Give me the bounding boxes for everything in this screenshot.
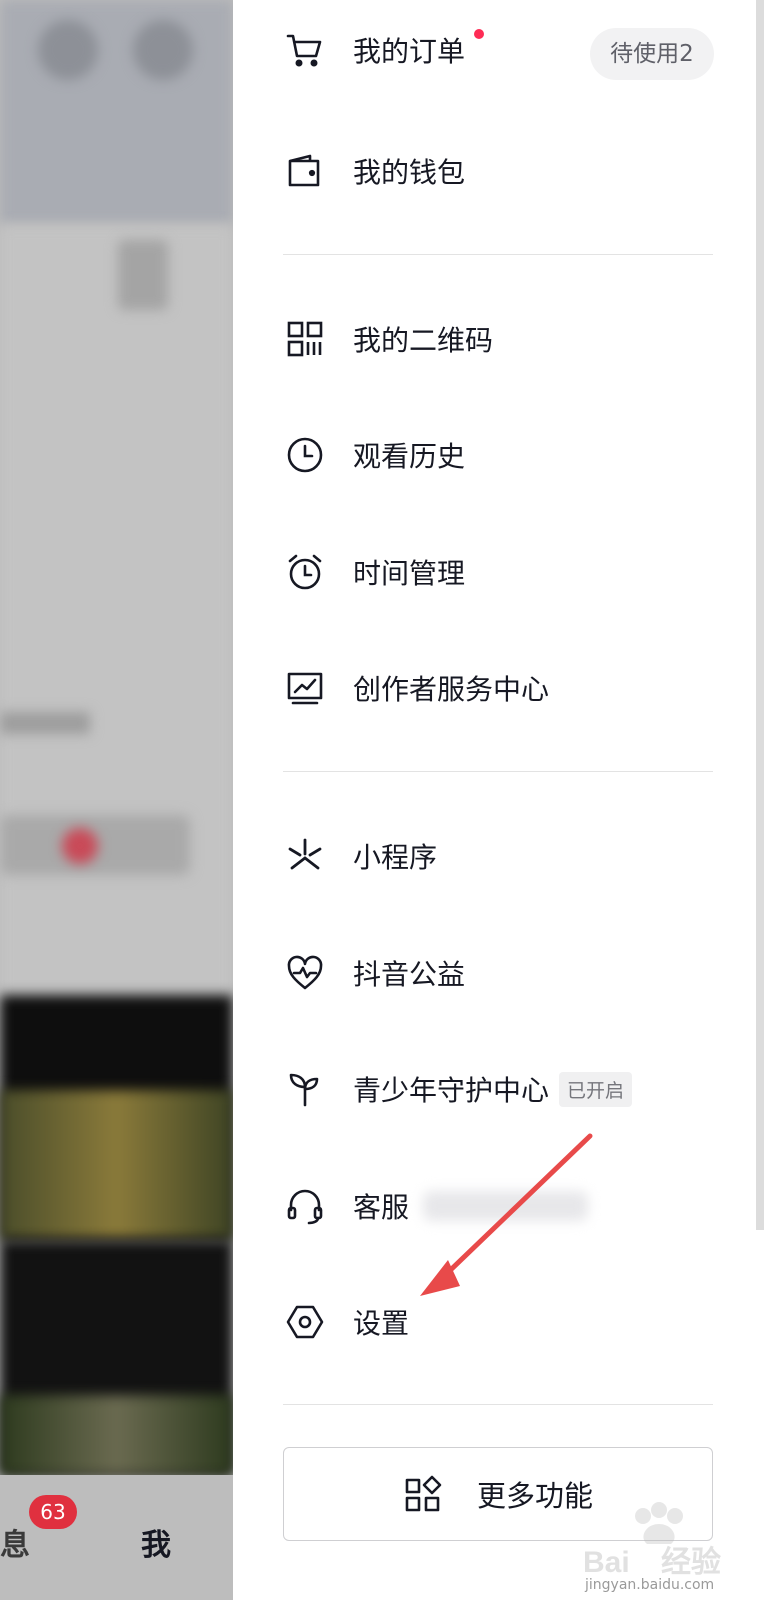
tab-messages[interactable]: 消息 <box>0 1520 30 1564</box>
menu-item-label: 创作者服务中心 <box>353 673 550 706</box>
menu-item-label: 青少年守护中心 <box>353 1074 550 1107</box>
menu-item-time-management[interactable]: 时间管理 <box>283 532 713 612</box>
menu-item-my-wallet[interactable]: 我的钱包 <box>283 131 713 211</box>
alarm-clock-icon <box>283 550 327 594</box>
menu-item-label: 客服 <box>353 1191 410 1224</box>
menu-item-settings[interactable]: 设置 <box>283 1282 713 1362</box>
background-stat <box>118 240 168 310</box>
headset-icon <box>283 1184 327 1228</box>
menu-item-watch-history[interactable]: 观看历史 <box>283 415 713 495</box>
menu-item-label: 我的钱包 <box>353 156 466 189</box>
mini-program-icon <box>283 834 327 878</box>
clock-icon <box>283 433 327 477</box>
menu-item-label: 小程序 <box>353 841 438 874</box>
blurred-phone-number <box>423 1191 589 1221</box>
background-text-line <box>0 712 90 734</box>
messages-count-badge: 63 <box>29 1495 77 1529</box>
side-drawer: 我的订单 待使用2 我的钱包 我的二维码 观看历史 时间管理 创作者服务中心 小… <box>233 0 764 1600</box>
menu-item-mini-programs[interactable]: 小程序 <box>283 816 713 896</box>
more-features-label: 更多功能 <box>476 1479 593 1513</box>
menu-item-my-qrcode[interactable]: 我的二维码 <box>283 299 713 379</box>
background-page: 消息 63 我 <box>0 0 233 1600</box>
menu-item-customer-service[interactable]: 客服 <box>283 1166 713 1246</box>
menu-item-label: 观看历史 <box>353 440 466 473</box>
wallet-icon <box>283 149 327 193</box>
heart-chart-icon <box>283 951 327 995</box>
pending-use-badge[interactable]: 待使用2 <box>590 28 714 80</box>
section-divider <box>283 771 713 772</box>
drawer-scrollbar[interactable] <box>756 0 764 1230</box>
background-avatar-right <box>133 20 193 80</box>
background-profile-card <box>0 225 233 1005</box>
background-red-dot <box>62 828 98 864</box>
enabled-tag: 已开启 <box>559 1071 633 1107</box>
section-divider <box>283 1404 713 1405</box>
menu-item-label: 设置 <box>353 1307 410 1340</box>
cart-icon <box>283 28 327 72</box>
background-avatar-left <box>38 20 98 80</box>
menu-item-teen-protection[interactable]: 青少年守护中心 已开启 <box>283 1049 713 1129</box>
hexagon-settings-icon <box>283 1300 327 1344</box>
qrcode-icon <box>283 317 327 361</box>
grid-diamond-icon <box>405 1475 442 1512</box>
background-video-thumbnail <box>0 1090 233 1240</box>
chart-monitor-icon <box>283 666 327 710</box>
menu-item-creator-center[interactable]: 创作者服务中心 <box>283 648 713 728</box>
svg-text:经验: 经验 <box>661 1545 721 1580</box>
background-header <box>0 0 233 225</box>
sprout-icon <box>283 1067 327 1111</box>
menu-item-label: 抖音公益 <box>353 958 466 991</box>
watermark-url: jingyan.baidu.com <box>585 1577 715 1593</box>
menu-item-label: 我的订单 <box>353 35 466 68</box>
bottom-tab-bar <box>0 1475 233 1600</box>
order-notification-dot <box>474 29 484 39</box>
section-divider <box>283 254 713 255</box>
tab-me[interactable]: 我 <box>141 1520 171 1564</box>
menu-item-label: 我的二维码 <box>353 324 494 357</box>
svg-text:Bai: Bai <box>583 1546 630 1579</box>
background-video-thumbnail-2 <box>0 1395 233 1475</box>
menu-item-label: 时间管理 <box>353 557 466 590</box>
menu-item-douyin-charity[interactable]: 抖音公益 <box>283 933 713 1013</box>
